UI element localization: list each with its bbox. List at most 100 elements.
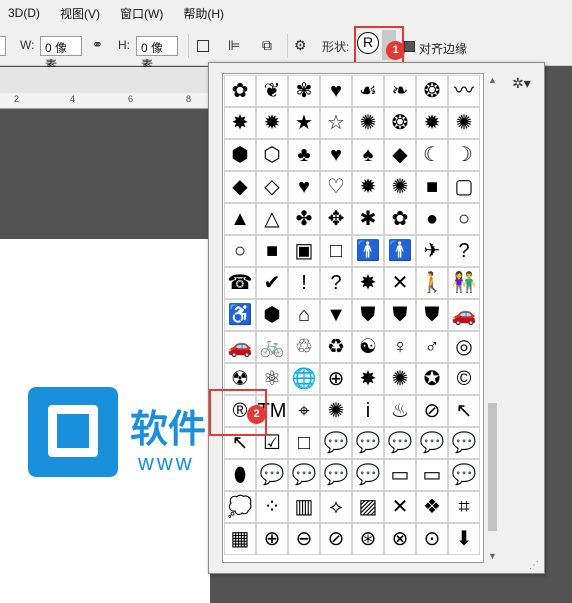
- shape-cell[interactable]: ●: [416, 203, 448, 235]
- shape-cell[interactable]: ■: [256, 235, 288, 267]
- shape-cell[interactable]: ✺: [384, 363, 416, 395]
- shape-cell[interactable]: ✱: [352, 203, 384, 235]
- shape-cell[interactable]: ♥: [288, 171, 320, 203]
- shape-cell[interactable]: ?: [448, 235, 480, 267]
- shape-cell[interactable]: ◎: [448, 331, 480, 363]
- shape-cell[interactable]: 🌐: [288, 363, 320, 395]
- shape-cell[interactable]: ☆: [320, 107, 352, 139]
- shape-cell[interactable]: ⛊: [384, 299, 416, 331]
- shape-cell[interactable]: ⊕: [320, 363, 352, 395]
- shape-cell[interactable]: ▲: [224, 203, 256, 235]
- shape-cell[interactable]: !: [288, 267, 320, 299]
- shape-cell[interactable]: ♠: [352, 139, 384, 171]
- shape-cell[interactable]: ♀: [384, 331, 416, 363]
- shape-cell[interactable]: ▥: [288, 491, 320, 523]
- shape-cell[interactable]: ♣: [288, 139, 320, 171]
- shape-cell[interactable]: ⬮: [224, 459, 256, 491]
- shape-cell[interactable]: ❂: [384, 107, 416, 139]
- shape-cell[interactable]: ⬡: [256, 139, 288, 171]
- shape-cell[interactable]: ✔: [256, 267, 288, 299]
- shape-cell[interactable]: ⌗: [448, 491, 480, 523]
- shape-cell[interactable]: ❦: [256, 75, 288, 107]
- tool-preset-dropdown[interactable]: [0, 36, 6, 56]
- shape-cell[interactable]: ▭: [384, 459, 416, 491]
- shape-cell[interactable]: ▭: [416, 459, 448, 491]
- shape-cell[interactable]: ✺: [352, 107, 384, 139]
- shape-cell[interactable]: ✿: [224, 75, 256, 107]
- shape-cell[interactable]: 👫: [448, 267, 480, 299]
- shape-cell[interactable]: ✸: [352, 363, 384, 395]
- shape-cell[interactable]: ⊘: [416, 395, 448, 427]
- shape-cell[interactable]: ✪: [416, 363, 448, 395]
- shape-cell[interactable]: ✹: [352, 171, 384, 203]
- shape-cell[interactable]: 💬: [448, 427, 480, 459]
- shape-cell[interactable]: ◆: [224, 171, 256, 203]
- shape-cell[interactable]: ♲: [288, 331, 320, 363]
- shape-cell[interactable]: ⬇: [448, 523, 480, 555]
- shape-cell[interactable]: ☯: [352, 331, 384, 363]
- menu-view[interactable]: 视图(V): [52, 5, 112, 22]
- shape-cell[interactable]: ❂: [416, 75, 448, 107]
- shape-cell[interactable]: ▨: [352, 491, 384, 523]
- shape-cell[interactable]: ▼: [320, 299, 352, 331]
- shape-cell[interactable]: ✤: [288, 203, 320, 235]
- shape-cell[interactable]: ⊗: [384, 523, 416, 555]
- shape-cell[interactable]: ©: [448, 363, 480, 395]
- shape-cell[interactable]: ▦: [224, 523, 256, 555]
- shape-cell[interactable]: ✺: [320, 395, 352, 427]
- shape-cell[interactable]: 🚲: [256, 331, 288, 363]
- shape-cell[interactable]: ⊛: [352, 523, 384, 555]
- shape-cell[interactable]: ❧: [384, 75, 416, 107]
- scroll-down-icon[interactable]: ▼: [488, 551, 497, 561]
- shape-cell[interactable]: ■: [416, 171, 448, 203]
- shape-cell[interactable]: ⊘: [320, 523, 352, 555]
- shape-cell[interactable]: ⛊: [416, 299, 448, 331]
- menu-help[interactable]: 帮助(H): [175, 5, 236, 22]
- shape-cell[interactable]: ⬢: [256, 299, 288, 331]
- path-arrangement-icon[interactable]: ⧉: [262, 37, 280, 55]
- shape-cell[interactable]: ⟡: [320, 491, 352, 523]
- shape-cell[interactable]: ✹: [256, 107, 288, 139]
- shape-cell[interactable]: ♥: [320, 75, 352, 107]
- shape-cell[interactable]: ✾: [288, 75, 320, 107]
- shape-cell[interactable]: □: [320, 235, 352, 267]
- shape-cell[interactable]: ▢: [448, 171, 480, 203]
- shape-cell[interactable]: ☽: [448, 139, 480, 171]
- shape-cell[interactable]: i: [352, 395, 384, 427]
- align-edges-checkbox[interactable]: [404, 41, 415, 52]
- shape-cell[interactable]: ❖: [416, 491, 448, 523]
- shape-cell[interactable]: ↖: [448, 395, 480, 427]
- shape-cell[interactable]: ⊕: [256, 523, 288, 555]
- link-icon[interactable]: ⚭: [92, 37, 110, 55]
- shape-cell[interactable]: 🚹: [384, 235, 416, 267]
- menu-window[interactable]: 窗口(W): [112, 5, 175, 22]
- shape-cell[interactable]: 🚗: [448, 299, 480, 331]
- shape-cell[interactable]: △: [256, 203, 288, 235]
- path-operations-icon[interactable]: [197, 40, 209, 52]
- shape-cell[interactable]: 💬: [320, 427, 352, 459]
- shape-cell[interactable]: ✕: [384, 491, 416, 523]
- resize-grip-icon[interactable]: ⋰: [529, 560, 539, 571]
- shape-cell[interactable]: ♿: [224, 299, 256, 331]
- scroll-up-icon[interactable]: ▲: [488, 75, 497, 85]
- shape-cell[interactable]: ✸: [352, 267, 384, 299]
- shape-cell[interactable]: ▣: [288, 235, 320, 267]
- shape-cell[interactable]: 💬: [352, 459, 384, 491]
- shape-cell[interactable]: ♡: [320, 171, 352, 203]
- shape-cell[interactable]: 〰: [448, 75, 480, 107]
- shape-cell[interactable]: ✿: [384, 203, 416, 235]
- scrollbar-thumb[interactable]: [488, 403, 497, 531]
- shape-cell[interactable]: 💭: [224, 491, 256, 523]
- shape-cell[interactable]: ⬢: [224, 139, 256, 171]
- shape-grid-scrollbar[interactable]: ▲ ▼: [486, 73, 499, 563]
- height-field[interactable]: 0 像素: [136, 36, 178, 72]
- shape-cell[interactable]: ✹: [416, 107, 448, 139]
- shape-cell[interactable]: ◇: [256, 171, 288, 203]
- shape-cell[interactable]: 💬: [416, 427, 448, 459]
- shape-cell[interactable]: ★: [288, 107, 320, 139]
- gear-icon[interactable]: ⚙: [294, 37, 312, 55]
- shape-cell[interactable]: ⊖: [288, 523, 320, 555]
- shape-cell[interactable]: ○: [448, 203, 480, 235]
- shape-cell[interactable]: ?: [320, 267, 352, 299]
- shape-cell[interactable]: 🚶: [416, 267, 448, 299]
